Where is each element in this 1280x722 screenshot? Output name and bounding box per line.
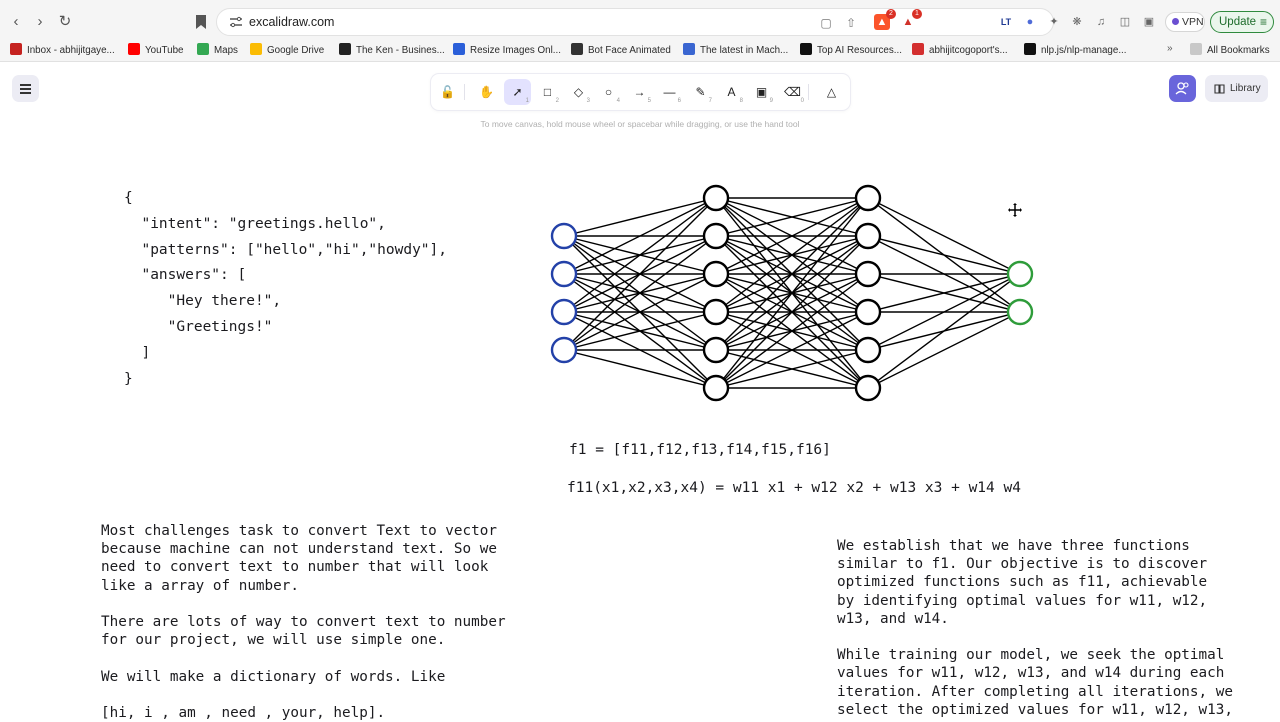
network-node[interactable] [854, 260, 882, 288]
network-edge [867, 273, 1021, 389]
network-node[interactable] [1006, 260, 1034, 288]
network-node[interactable] [854, 222, 882, 250]
network-node[interactable] [854, 298, 882, 326]
network-node[interactable] [550, 298, 578, 326]
network-edge [867, 311, 1021, 389]
network-node[interactable] [702, 184, 730, 212]
network-node[interactable] [854, 374, 882, 402]
network-edge [563, 197, 717, 237]
network-node[interactable] [1006, 298, 1034, 326]
network-node[interactable] [702, 260, 730, 288]
network-node[interactable] [702, 374, 730, 402]
network-edge [563, 349, 717, 389]
network-node[interactable] [702, 222, 730, 250]
network-node[interactable] [854, 336, 882, 364]
network-node[interactable] [854, 184, 882, 212]
function-vector-formula[interactable]: f1 = [f11,f12,f13,f14,f15,f16] [569, 442, 831, 458]
network-node[interactable] [550, 260, 578, 288]
network-node[interactable] [550, 336, 578, 364]
training-explanation[interactable]: We establish that we have three function… [837, 537, 1233, 719]
network-edge [867, 235, 1021, 275]
network-node[interactable] [550, 222, 578, 250]
text-to-vector-explanation[interactable]: Most challenges task to convert Text to … [101, 522, 506, 722]
weighted-sum-formula[interactable]: f11(x1,x2,x3,x4) = w11 x1 + w12 x2 + w13… [567, 480, 1021, 496]
network-node[interactable] [702, 298, 730, 326]
move-cursor-icon [1008, 203, 1022, 217]
network-edge [867, 197, 1021, 275]
network-edge [563, 197, 717, 313]
network-edges [563, 197, 1021, 389]
json-example-text[interactable]: { "intent": "greetings.hello", "patterns… [124, 186, 447, 392]
network-node[interactable] [702, 336, 730, 364]
